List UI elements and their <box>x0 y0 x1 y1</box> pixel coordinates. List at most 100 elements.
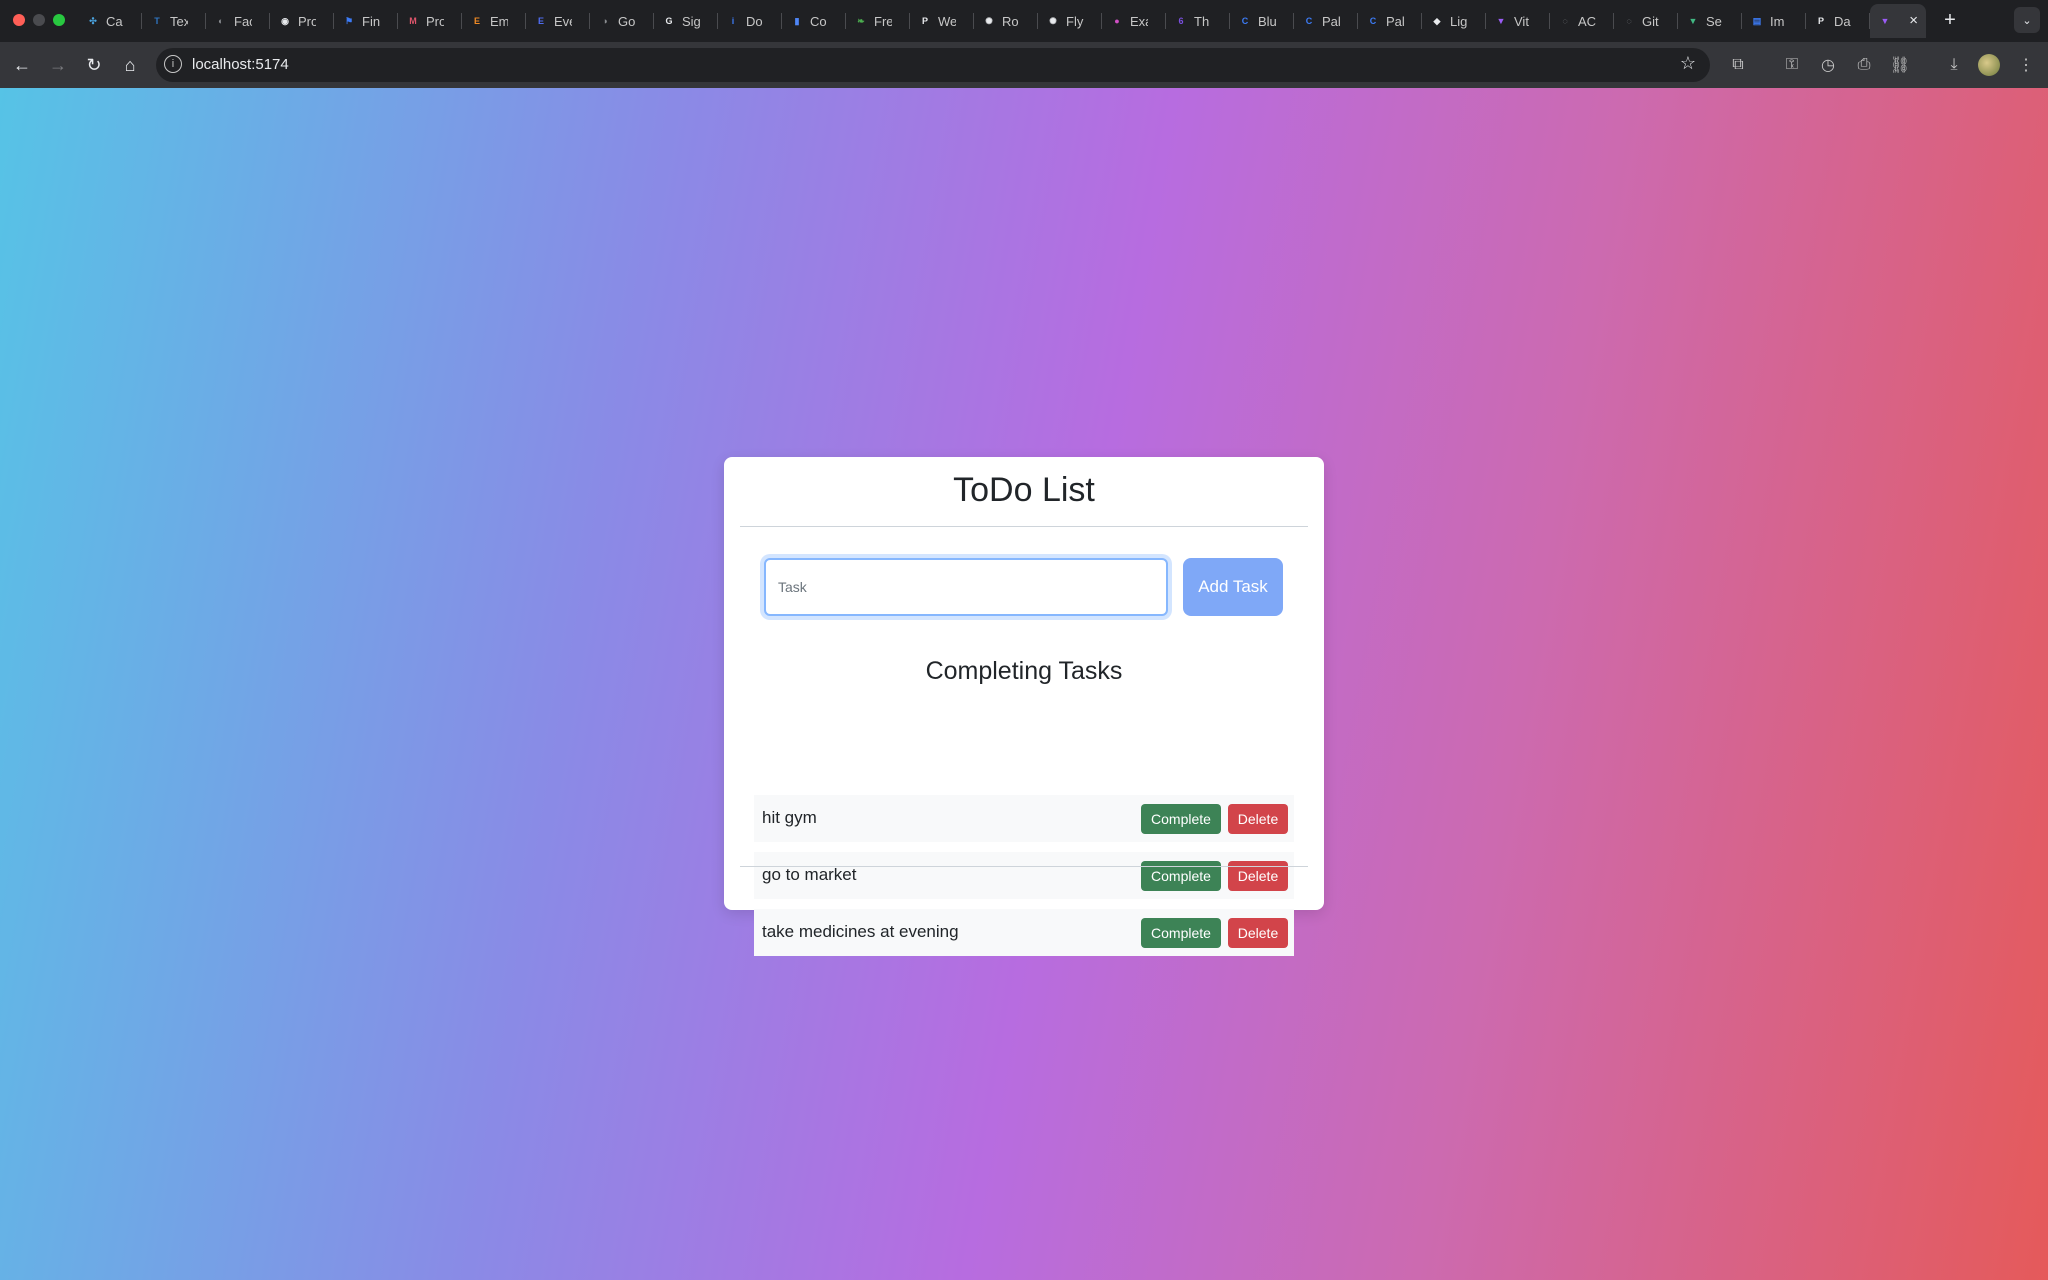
tab-title: Pal <box>1386 13 1404 29</box>
globe-icon: ◑ <box>602 16 608 26</box>
tab-title: Go <box>618 13 636 29</box>
tab-title: Pal <box>1322 13 1340 29</box>
active-browser-tab[interactable]: ▼ × <box>1870 4 1926 38</box>
page-title: ToDo List <box>953 471 1095 509</box>
history-icon[interactable]: ◷ <box>1814 51 1842 79</box>
tab-title: Lig <box>1450 13 1468 29</box>
browser-tab[interactable]: C Pal <box>1358 4 1422 38</box>
browser-tab[interactable]: 6 Th <box>1166 4 1230 38</box>
p-icon: P <box>1817 16 1824 26</box>
tab-title: Ro <box>1002 13 1019 29</box>
task-row: go to market Complete Delete <box>754 852 1294 899</box>
tab-title: We <box>938 13 956 29</box>
forward-arrow-icon[interactable]: → <box>44 51 72 79</box>
close-window-button[interactable] <box>13 14 25 26</box>
todo-card: ToDo List Add Task Completing Tasks hit … <box>724 457 1324 956</box>
minimize-window-button[interactable] <box>33 14 45 26</box>
tab-title: Fin <box>362 13 380 29</box>
task-text: go to market <box>762 865 857 884</box>
address-bar[interactable]: i localhost:5174 ☆ <box>156 48 1710 82</box>
browser-tab[interactable]: ✣ Ca <box>78 4 142 38</box>
close-tab-icon[interactable]: × <box>1909 12 1918 29</box>
browser-tab[interactable]: C Blu <box>1230 4 1294 38</box>
divider <box>740 866 1308 867</box>
password-key-icon[interactable]: ⚿ <box>1778 51 1806 79</box>
browser-tab[interactable]: ▤ Im <box>1742 4 1806 38</box>
maximize-window-button[interactable] <box>53 14 65 26</box>
tab-title: Fly <box>1066 13 1084 29</box>
openai-icon: ✺ <box>1049 15 1057 26</box>
browser-toolbar: ← → ↻ ⌂ i localhost:5174 ☆ ⧉ ⚿ ◷ ⎙ ⛓ ⤓ ⋮ <box>0 42 2048 88</box>
home-icon[interactable]: ⌂ <box>116 51 144 79</box>
link-icon[interactable]: ⛓ <box>1886 51 1914 79</box>
browser-tab[interactable]: ● Exa <box>1102 4 1166 38</box>
browser-tab[interactable]: P We <box>910 4 974 38</box>
section-title: Completing Tasks <box>925 657 1123 685</box>
browser-tab[interactable]: ◆ Lig <box>1422 4 1486 38</box>
tab-search-button[interactable]: ⌄ <box>2014 7 2040 33</box>
browser-tab[interactable]: M Pro <box>398 4 462 38</box>
browser-tab[interactable]: ▼ Vit <box>1486 4 1550 38</box>
browser-tab[interactable]: P Da <box>1806 4 1870 38</box>
browser-tab[interactable]: ◌ AC <box>1550 4 1614 38</box>
browser-tab[interactable]: ✺ Fly <box>1038 4 1102 38</box>
complete-button[interactable]: Complete <box>1141 918 1221 948</box>
task-text: take medicines at evening <box>762 922 959 941</box>
url-text[interactable]: localhost:5174 <box>192 56 289 73</box>
tab-title: Fac <box>234 13 252 29</box>
browser-tab[interactable]: ◐ Fac <box>206 4 270 38</box>
info-icon: i <box>731 16 735 26</box>
p-icon: P <box>921 16 928 26</box>
browser-tab[interactable]: C Pal <box>1294 4 1358 38</box>
vue-icon: ▼ <box>1688 16 1698 26</box>
task-row: take medicines at evening Complete Delet… <box>754 909 1294 956</box>
site-info-icon[interactable]: i <box>164 55 182 73</box>
back-arrow-icon[interactable]: ← <box>8 51 36 79</box>
new-tab-button[interactable]: + <box>1936 5 1964 35</box>
vite-icon: ▼ <box>1496 16 1506 26</box>
circle-icon: ◉ <box>281 15 289 26</box>
browser-tab-strip: ✣ Ca T Tex ◐ Fac ◉ Pro ⚑ Fin M Pro E Em E Eve ◑ Go G Sig i Do… <box>0 0 2048 42</box>
extensions-icon[interactable]: ⧉ <box>1724 51 1752 79</box>
tab-title: Ca <box>106 13 123 29</box>
browser-tab[interactable]: E Em <box>462 4 526 38</box>
browser-tab[interactable]: ◑ Go <box>590 4 654 38</box>
browser-tab[interactable]: ◌ Git <box>1614 4 1678 38</box>
brain-icon: ✣ <box>89 15 97 26</box>
tab-title: Th <box>1194 13 1210 29</box>
browser-tab[interactable]: ❧ Fre <box>846 4 910 38</box>
delete-button[interactable]: Delete <box>1228 918 1288 948</box>
browser-tab[interactable]: ▮ Co <box>782 4 846 38</box>
task-row: hit gym Complete Delete <box>754 795 1294 842</box>
openai-icon: ✺ <box>985 15 993 26</box>
bookmark-star-icon[interactable]: ☆ <box>1680 53 1696 74</box>
doc-icon: ▮ <box>794 15 800 26</box>
browser-tab[interactable]: T Tex <box>142 4 206 38</box>
flag-icon: ⚑ <box>344 15 354 26</box>
vite-icon: ▼ <box>1880 16 1890 26</box>
tab-title: Em <box>490 13 508 29</box>
complete-button[interactable]: Complete <box>1141 804 1221 834</box>
brand-icon: ◆ <box>1433 15 1441 26</box>
tab-title: Da <box>1834 13 1851 29</box>
google-icon: G <box>665 16 673 26</box>
tab-title: Se <box>1706 13 1722 29</box>
browser-tab[interactable]: i Do <box>718 4 782 38</box>
browser-tab[interactable]: ◉ Pro <box>270 4 334 38</box>
download-icon[interactable]: ⤓ <box>1940 51 1968 79</box>
page-background: ToDo List Add Task Completing Tasks hit … <box>0 88 2048 1280</box>
browser-tab[interactable]: G Sig <box>654 4 718 38</box>
tab-title: Co <box>810 13 827 29</box>
browser-tab[interactable]: E Eve <box>526 4 590 38</box>
profile-avatar[interactable] <box>1978 54 2000 76</box>
delete-button[interactable]: Delete <box>1228 804 1288 834</box>
browser-tab[interactable]: ▼ Se <box>1678 4 1742 38</box>
task-input[interactable] <box>764 558 1168 616</box>
screenshot-icon[interactable]: ⎙ <box>1850 51 1878 79</box>
tab-title: Exa <box>1130 13 1148 29</box>
add-task-button[interactable]: Add Task <box>1183 558 1283 616</box>
more-menu-icon[interactable]: ⋮ <box>2012 51 2040 79</box>
browser-tab[interactable]: ✺ Ro <box>974 4 1038 38</box>
browser-tab[interactable]: ⚑ Fin <box>334 4 398 38</box>
reload-icon[interactable]: ↻ <box>80 51 108 79</box>
